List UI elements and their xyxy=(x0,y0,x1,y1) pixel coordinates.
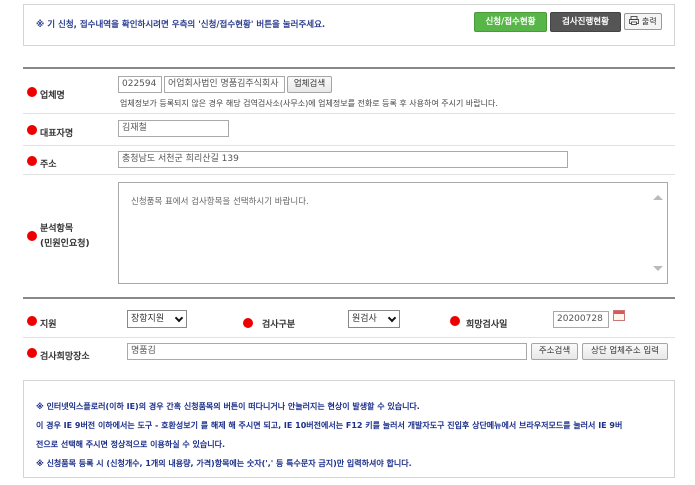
section-divider xyxy=(23,297,675,299)
note-line-1: ※ 인터넷익스플로러(이하 IE)의 경우 간혹 신청품목의 버튼이 떠다니거나… xyxy=(36,402,420,411)
notes-box: ※ 인터넷익스플로러(이하 IE)의 경우 간혹 신청품목의 버튼이 떠다니거나… xyxy=(23,380,675,478)
analysis-placeholder: 신청품목 표에서 검사항목을 선택하시기 바랍니다. xyxy=(131,197,309,207)
required-dot xyxy=(27,156,37,166)
analysis-textarea[interactable]: 신청품목 표에서 검사항목을 선택하시기 바랍니다. xyxy=(118,182,668,284)
section-divider xyxy=(23,67,675,69)
row-divider xyxy=(23,113,675,114)
branch-select-value: 장항지원 xyxy=(131,314,165,324)
row-divider xyxy=(23,145,675,146)
required-dot xyxy=(450,316,460,326)
notice-box: ※ 기 신청, 접수내역을 확인하시려면 우측의 '신청/접수현황' 버튼을 눌… xyxy=(23,4,675,46)
representative-label: 대표자명 xyxy=(40,129,74,139)
note-line-4: ※ 신청품목 등록 시 (신청개수, 1개의 내용량, 가격)항목에는 숫자('… xyxy=(36,459,412,468)
location-label: 검사희망장소 xyxy=(40,352,90,362)
company-name-field[interactable]: 어업회사법인 명품김주식회사 xyxy=(164,76,285,93)
inspection-type-label: 검사구분 xyxy=(262,320,296,330)
analysis-sublabel: (민원인요청) xyxy=(40,239,90,249)
required-dot xyxy=(27,348,37,358)
scroll-up-icon[interactable] xyxy=(653,195,663,200)
note-line-3: 전으로 선택해 주시면 정상적으로 이용하실 수 있습니다. xyxy=(36,440,226,449)
company-search-button[interactable]: 업체검색 xyxy=(287,76,332,93)
scroll-down-icon[interactable] xyxy=(653,266,663,271)
status-button[interactable]: 신청/접수현황 xyxy=(474,12,547,32)
required-dot xyxy=(27,316,37,326)
inspection-type-select[interactable]: 원검사 xyxy=(348,310,400,328)
chevron-down-icon xyxy=(387,313,397,323)
required-dot xyxy=(27,231,37,241)
calendar-icon[interactable] xyxy=(613,310,625,321)
representative-field[interactable]: 김재철 xyxy=(118,120,229,137)
address-search-button[interactable]: 주소검색 xyxy=(531,343,578,360)
company-code-field[interactable]: 022594 xyxy=(118,76,162,93)
note-line-2: 이 경우 IE 9버전 이하에서는 도구 - 호환성보기 를 해제 해 주시면 … xyxy=(36,421,623,430)
required-dot xyxy=(27,87,37,97)
address-label: 주소 xyxy=(40,160,57,170)
required-dot xyxy=(27,125,37,135)
desired-date-label: 희망검사일 xyxy=(466,320,508,330)
company-address-input-button[interactable]: 상단 업체주소 입력 xyxy=(582,343,668,360)
branch-label: 지원 xyxy=(40,320,57,330)
branch-select[interactable]: 장항지원 xyxy=(127,310,187,328)
analysis-label: 분석항목 xyxy=(40,224,74,234)
print-button[interactable]: 출력 xyxy=(624,13,662,30)
location-field[interactable]: 명품김 xyxy=(127,343,527,360)
inspection-type-value: 원검사 xyxy=(352,314,377,324)
address-field[interactable]: 충청남도 서천군 희리산길 139 xyxy=(118,151,568,168)
printer-icon xyxy=(629,16,640,25)
desired-date-field[interactable]: 20200728 xyxy=(553,311,609,328)
print-label: 출력 xyxy=(641,17,657,26)
required-dot xyxy=(243,318,253,328)
progress-button[interactable]: 검사진행현황 xyxy=(550,12,621,32)
row-divider xyxy=(23,174,675,175)
company-help-text: 업체정보가 등록되지 않은 경우 해당 검역검사소(사무소)에 업체정보를 전화… xyxy=(120,99,498,108)
row-divider xyxy=(23,337,675,338)
notice-text: ※ 기 신청, 접수내역을 확인하시려면 우측의 '신청/접수현황' 버튼을 눌… xyxy=(36,20,326,30)
chevron-down-icon xyxy=(174,313,184,323)
company-label: 업체명 xyxy=(40,91,65,101)
